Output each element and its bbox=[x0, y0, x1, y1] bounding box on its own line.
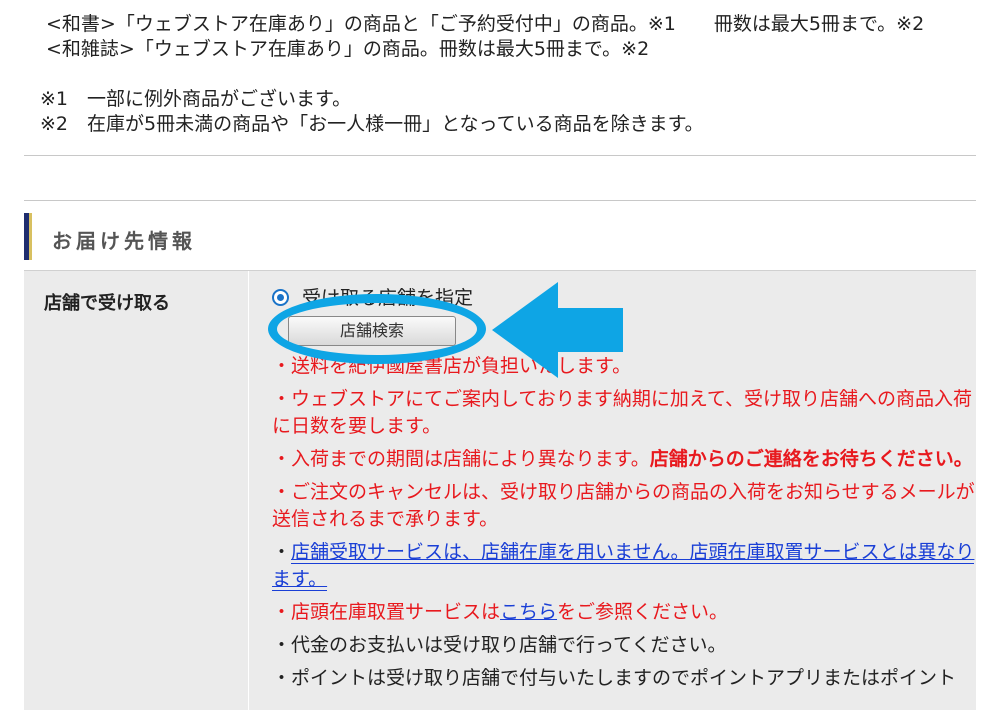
shipping-notes: <和書>「ウェブストア在庫あり」の商品と「ご予約受付中」の商品。※1 冊数は最大… bbox=[40, 12, 976, 137]
store-pickup-label: 店舗で受け取る bbox=[44, 293, 170, 314]
footnote-1: ※1 一部に例外商品がございます。 bbox=[40, 88, 352, 110]
note-service: ・店舗受取サービスは、店舗在庫を用いません。店頭在庫取置サービスとは異なります。 bbox=[272, 539, 976, 593]
footnote-2: ※2 在庫が5冊未満の商品や「お一人様一冊」となっている商品を除きます。 bbox=[40, 113, 704, 135]
section-title: お届け先情報 bbox=[52, 229, 196, 253]
note-hold-service: ・店頭在庫取置サービスはこちらをご参照ください。 bbox=[272, 599, 976, 626]
note-payment: ・代金のお支払いは受け取り店舗で行ってください。 bbox=[272, 634, 727, 656]
pickup-notes: ・送料を紀伊國屋書店が負担いたします。 ・ウェブストアにてご案内しております納期… bbox=[272, 353, 976, 698]
note-cancel: ・ご注文のキャンセルは、受け取り店舗からの商品の入荷をお知らせするメールが送信さ… bbox=[272, 481, 975, 530]
highlight-ellipse bbox=[268, 294, 486, 364]
note-arrival-text: ・入荷までの期間は店舗により異なります。 bbox=[272, 448, 650, 470]
divider bbox=[24, 155, 976, 156]
note-books: <和書>「ウェブストア在庫あり」の商品と「ご予約受付中」の商品。※1 冊数は最大… bbox=[46, 13, 925, 35]
note-hold-prefix: ・店頭在庫取置サービスは bbox=[272, 601, 501, 623]
note-points: ・ポイントは受け取り店舗で付与いたしますのでポイントアプリまたはポイント bbox=[272, 667, 957, 689]
note-hold-suffix: をご参照ください。 bbox=[557, 601, 729, 623]
note-arrival-emphasis: 店舗からのご連絡をお待ちください。 bbox=[649, 448, 973, 470]
column-divider bbox=[248, 271, 249, 710]
store-select-radio[interactable] bbox=[272, 289, 289, 306]
divider bbox=[24, 200, 976, 201]
note-magazines: <和雑誌>「ウェブストア在庫あり」の商品。冊数は最大5冊まで。※2 bbox=[46, 38, 650, 60]
section-accent-stripe bbox=[29, 213, 32, 260]
hold-service-link[interactable]: こちら bbox=[500, 601, 557, 623]
section-header: お届け先情報 bbox=[24, 213, 976, 268]
store-service-link[interactable]: 店舗受取サービスは、店舗在庫を用いません。店頭在庫取置サービスとは異なります。 bbox=[272, 541, 975, 591]
note-service-bullet: ・ bbox=[272, 541, 292, 563]
note-arrival: ・入荷までの期間は店舗により異なります。店舗からのご連絡をお待ちください。 bbox=[272, 446, 976, 473]
left-arrow-icon bbox=[492, 282, 623, 378]
note-delivery-days: ・ウェブストアにてご案内しております納期に加えて、受け取り店舗への商品入荷に日数… bbox=[272, 388, 972, 437]
